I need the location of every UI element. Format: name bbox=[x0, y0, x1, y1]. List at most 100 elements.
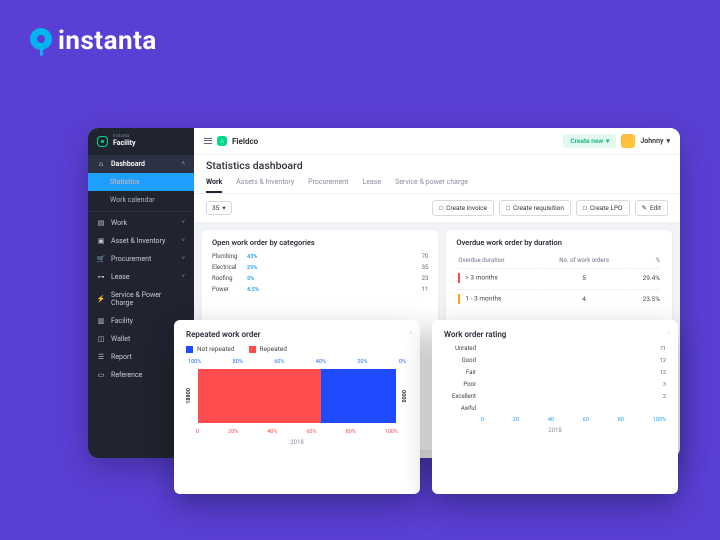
rating-label: Awful bbox=[444, 405, 476, 412]
sidebar-item-label: Asset & Inventory bbox=[111, 237, 165, 245]
rating-value: 71 bbox=[660, 346, 666, 352]
table-row: 1 - 3 months423.5% bbox=[458, 289, 660, 308]
rating-row: Fair 12 bbox=[444, 369, 666, 376]
category-value: 70 bbox=[422, 253, 429, 260]
report-icon: ☰ bbox=[97, 353, 105, 361]
instanta-logo: instanta bbox=[28, 26, 157, 56]
create-lpo-button[interactable]: □Create LPO bbox=[576, 200, 630, 216]
bar-track bbox=[267, 287, 417, 292]
rating-row: Poor 3 bbox=[444, 381, 666, 388]
tab-procurement[interactable]: Procurement bbox=[308, 178, 348, 193]
rating-label: Unrated bbox=[444, 345, 476, 352]
rating-row: Unrated 71 bbox=[444, 345, 666, 352]
rating-card: ‹ Work order rating Unrated 71Good 12Fai… bbox=[432, 320, 678, 494]
sidebar-item-label: Procurement bbox=[111, 255, 151, 263]
col-pct: % bbox=[630, 255, 660, 266]
marker-icon bbox=[458, 294, 460, 304]
category-pct: 43% bbox=[247, 254, 262, 260]
create-new-button[interactable]: Create new▾ bbox=[563, 134, 616, 148]
button-label: Create invoice bbox=[446, 204, 487, 212]
rating-row: Excellent 2 bbox=[444, 393, 666, 400]
rating-label: Fair bbox=[444, 369, 476, 376]
avatar[interactable] bbox=[621, 134, 635, 148]
user-name[interactable]: Johnny▾ bbox=[640, 137, 670, 145]
toolbar: 35▾ □Create invoice □Create requisition … bbox=[194, 193, 680, 222]
rating-value: 12 bbox=[660, 370, 666, 376]
sidebar-item-dashboard[interactable]: ⌂Dashboard˄ bbox=[88, 155, 194, 173]
tabs: Work Assets & Inventory Procurement Leas… bbox=[206, 178, 668, 193]
legend-repeated: Repeated bbox=[249, 345, 287, 353]
sidebar-item-label: Service & Power Charge bbox=[111, 291, 185, 307]
button-label: Create requisition bbox=[513, 204, 564, 212]
rating-label: Good bbox=[444, 357, 476, 364]
sidebar-item-label: Work bbox=[111, 219, 127, 227]
sidebar-item-work-calendar[interactable]: Work calendar bbox=[88, 191, 194, 209]
tab-work[interactable]: Work bbox=[206, 178, 222, 193]
doc-icon: □ bbox=[439, 204, 443, 212]
card-title: Overdue work order by duration bbox=[456, 238, 662, 247]
sidebar-item-procurement[interactable]: 🛒Procurement˅ bbox=[88, 250, 194, 268]
category-row: Plumbing 43% 70 bbox=[212, 253, 428, 260]
sidebar-item-asset-inventory[interactable]: ▣Asset & Inventory˅ bbox=[88, 232, 194, 250]
axis-top: 100%80%60%40%20%0% bbox=[186, 359, 408, 365]
category-name: Roofing bbox=[212, 275, 242, 282]
sidebar-item-lease[interactable]: ⊶Lease˅ bbox=[88, 268, 194, 286]
bar-track bbox=[267, 276, 417, 281]
bar-repeated bbox=[321, 369, 396, 423]
stacked-bar: 18800 5000 bbox=[186, 369, 408, 423]
sidebar-item-service-power[interactable]: ⚡ Service & Power Charge bbox=[88, 286, 194, 312]
overdue-table: Overdue duration No. of work orders % > … bbox=[456, 253, 662, 310]
rating-value: 12 bbox=[660, 358, 666, 364]
brand-name: Facility bbox=[113, 139, 136, 147]
chevron-down-icon: ˅ bbox=[181, 237, 185, 244]
cart-icon: 🛒 bbox=[97, 255, 105, 263]
chevron-down-icon: ˅ bbox=[181, 219, 185, 226]
axis-bottom: 020%40%60%80%100% bbox=[186, 429, 408, 435]
edit-button[interactable]: ✎Edit bbox=[635, 200, 668, 216]
menu-icon[interactable] bbox=[204, 137, 212, 145]
legend-not-repeated: Not repeated bbox=[186, 345, 235, 353]
doc-icon: □ bbox=[506, 204, 510, 212]
marker-icon bbox=[458, 273, 460, 283]
sidebar-item-label: Dashboard bbox=[111, 160, 145, 168]
doc-icon: □ bbox=[583, 204, 587, 212]
button-label: Edit bbox=[650, 204, 661, 212]
year-label: 2018 bbox=[186, 439, 408, 446]
create-invoice-button[interactable]: □Create invoice bbox=[432, 200, 494, 216]
bar-track bbox=[267, 265, 417, 270]
close-icon[interactable]: ‹ bbox=[410, 328, 412, 337]
bolt-icon: ⚡ bbox=[97, 295, 105, 303]
sidebar-item-label: Lease bbox=[111, 273, 130, 281]
tab-lease[interactable]: Lease bbox=[362, 178, 381, 193]
logo-text: instanta bbox=[58, 26, 157, 56]
tab-service[interactable]: Service & power charge bbox=[395, 178, 468, 193]
category-pct: 4.5% bbox=[247, 287, 262, 293]
rating-label: Poor bbox=[444, 381, 476, 388]
pencil-icon: ✎ bbox=[642, 204, 647, 212]
create-requisition-button[interactable]: □Create requisition bbox=[499, 200, 571, 216]
repeated-work-card: ‹ Repeated work order Not repeated Repea… bbox=[174, 320, 420, 494]
tab-assets[interactable]: Assets & Inventory bbox=[236, 178, 294, 193]
org-icon: ⌂ bbox=[217, 136, 227, 146]
chevron-down-icon: ˅ bbox=[181, 273, 185, 280]
count-select[interactable]: 35▾ bbox=[206, 201, 232, 215]
org-name: Fieldco bbox=[232, 137, 258, 146]
chevron-up-icon: ˄ bbox=[181, 160, 185, 167]
swatch-icon bbox=[249, 346, 256, 353]
button-label: Create LPO bbox=[590, 204, 623, 212]
sidebar-item-work[interactable]: ▤Work˅ bbox=[88, 214, 194, 232]
sidebar-item-label: Statistics bbox=[110, 178, 140, 186]
rating-value: 3 bbox=[663, 382, 666, 388]
sidebar-item-statistics[interactable]: Statistics bbox=[88, 173, 194, 191]
bar-not-repeated bbox=[198, 369, 321, 423]
category-value: 35 bbox=[422, 264, 429, 271]
category-value: 11 bbox=[422, 286, 429, 293]
y-right-label: 5000 bbox=[402, 390, 408, 403]
close-icon[interactable]: ‹ bbox=[668, 328, 670, 337]
x-axis: 020406080100% bbox=[444, 417, 666, 423]
chevron-down-icon: ▾ bbox=[606, 137, 609, 145]
category-name: Power bbox=[212, 286, 242, 293]
category-pct: 5% bbox=[247, 276, 262, 282]
category-row: Roofing 5% 23 bbox=[212, 275, 428, 282]
year-label: 2018 bbox=[444, 427, 666, 434]
